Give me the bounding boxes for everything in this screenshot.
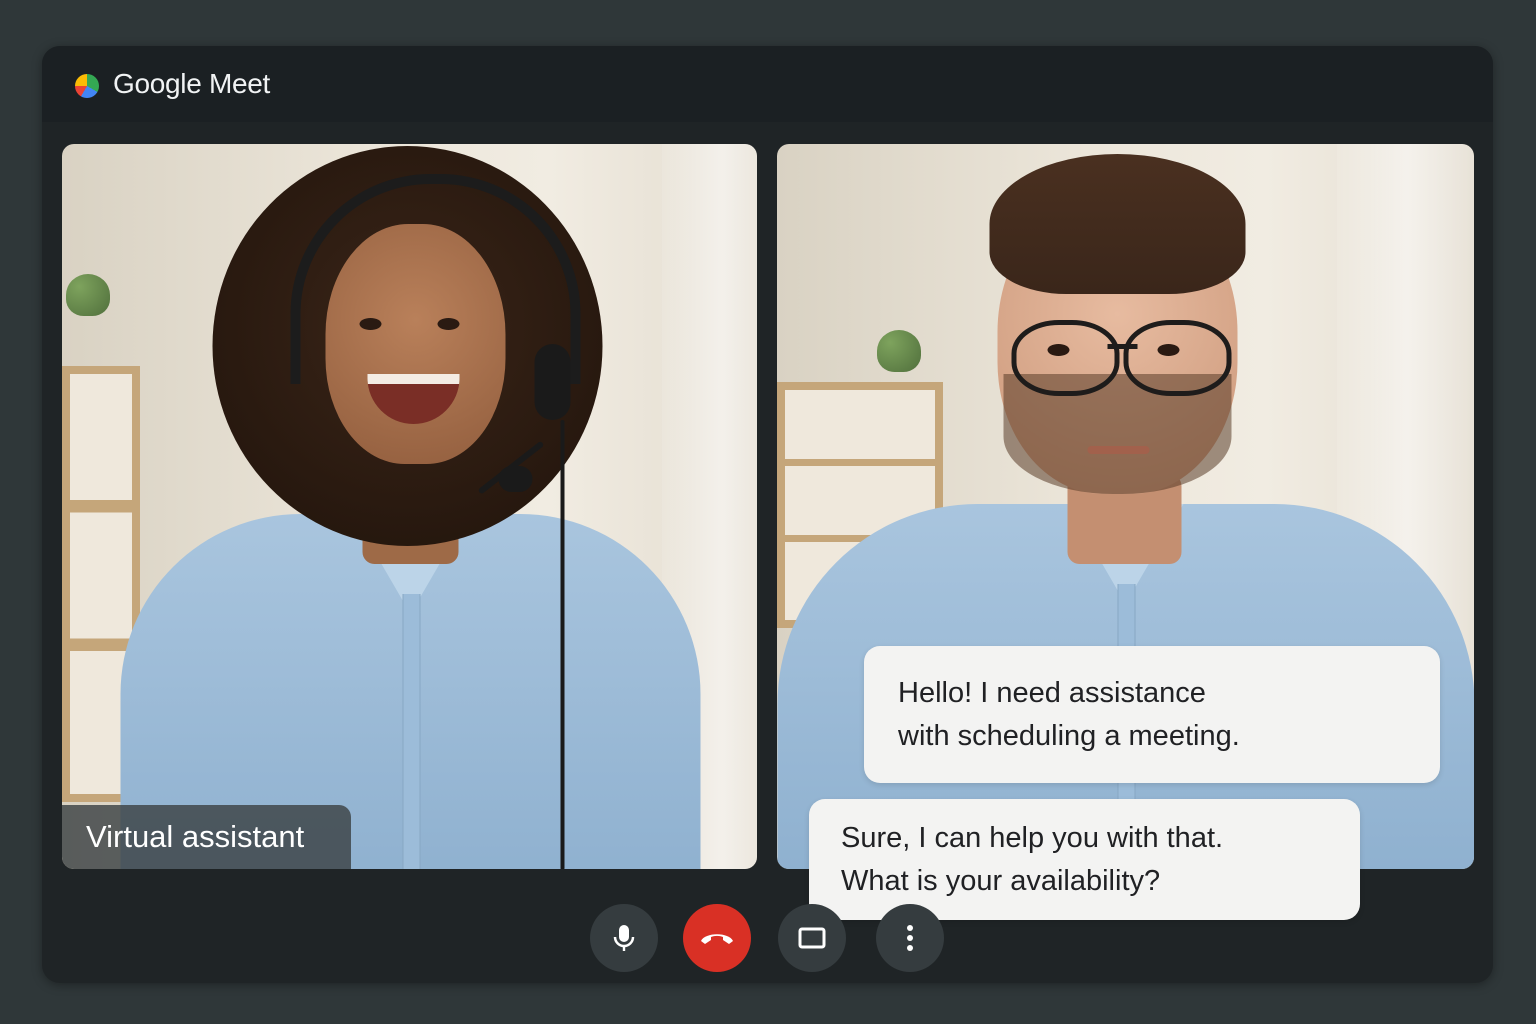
title-bar: Google Meet <box>42 46 1493 122</box>
glasses-right-lens <box>1123 320 1231 396</box>
hair <box>989 154 1245 294</box>
chat-message-user: Hello! I need assistance with scheduling… <box>864 646 1440 783</box>
present-screen-button[interactable] <box>778 904 846 972</box>
meet-window: Google Meet Virtual assistant Hello! I n… <box>42 46 1493 983</box>
chat-message-assistant: Sure, I can help you with that. What is … <box>809 799 1360 920</box>
video-tile-virtual-assistant[interactable]: Virtual assistant <box>62 144 757 869</box>
glasses-left-lens <box>1011 320 1119 396</box>
google-meet-logo-icon <box>75 74 99 98</box>
chat-message-line: What is your availability? <box>841 865 1161 897</box>
chat-message-line: Hello! I need assistance <box>898 677 1206 709</box>
participant-video-woman <box>62 144 757 869</box>
microphone-button[interactable] <box>590 904 658 972</box>
more-options-icon <box>907 925 913 951</box>
more-options-button[interactable] <box>876 904 944 972</box>
shirt-placket <box>402 594 420 869</box>
mouth <box>1087 446 1149 454</box>
app-title: Google Meet <box>113 68 271 99</box>
glasses-bridge <box>1107 344 1137 349</box>
microphone-icon <box>613 925 635 951</box>
chat-message-line: with scheduling a meeting. <box>898 720 1240 752</box>
headset-earcup <box>534 344 570 420</box>
participant-name-tag: Virtual assistant <box>62 805 351 869</box>
end-call-icon <box>701 934 733 944</box>
call-controls-bar <box>42 904 1493 974</box>
present-screen-icon <box>798 927 826 949</box>
headset-mic <box>498 466 532 492</box>
end-call-button[interactable] <box>683 904 751 972</box>
chat-message-line: Sure, I can help you with that. <box>841 822 1224 854</box>
headset-cable <box>560 420 564 869</box>
